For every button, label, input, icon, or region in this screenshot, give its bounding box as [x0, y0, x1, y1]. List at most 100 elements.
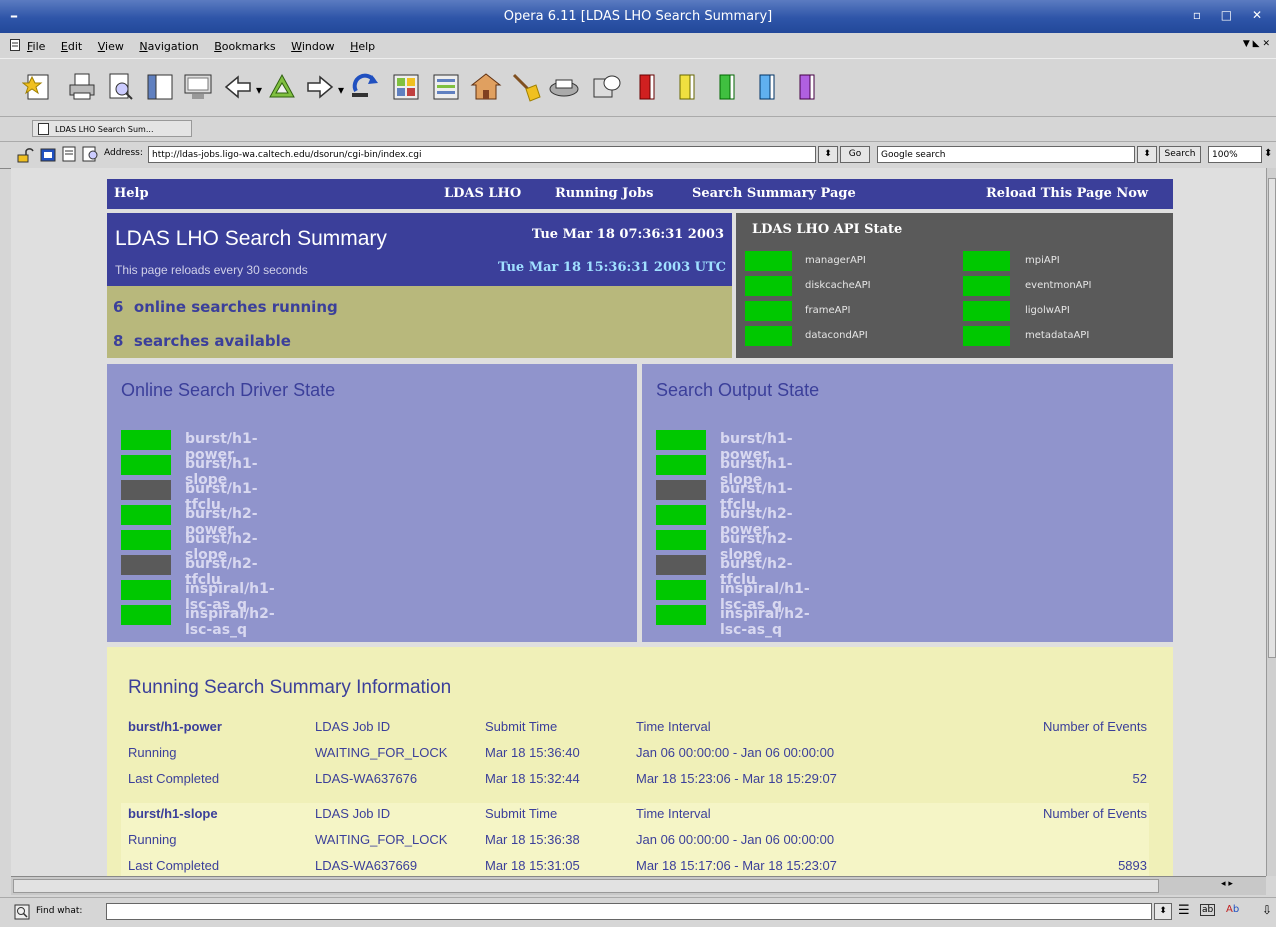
- header-number-events: Number of Events: [1042, 719, 1147, 734]
- spellcheck-icon[interactable]: Ab: [1226, 904, 1239, 915]
- page-icon: [38, 123, 49, 135]
- search-page-icon[interactable]: [82, 146, 100, 162]
- status-indicator: [656, 480, 706, 500]
- api-status-indicator: [963, 326, 1010, 346]
- horizontal-scrollbar[interactable]: ◂ ▸: [11, 876, 1266, 895]
- nav-help-link[interactable]: Help: [114, 186, 149, 201]
- forward-icon[interactable]: [304, 71, 336, 103]
- mdi-controls[interactable]: ▼ ◣ ✕: [1243, 39, 1270, 49]
- running-submit-time: Mar 18 15:36:38: [485, 832, 580, 847]
- tab-ldas-search-summary[interactable]: LDAS LHO Search Sum...: [32, 120, 192, 137]
- find-icon[interactable]: [14, 904, 30, 920]
- print-preview-icon[interactable]: [104, 71, 136, 103]
- vertical-scrollbar[interactable]: [1266, 168, 1276, 876]
- address-dropdown-button[interactable]: ⬍: [818, 146, 838, 163]
- chat-icon[interactable]: [590, 71, 622, 103]
- nav-running-jobs-link[interactable]: Running Jobs: [555, 186, 653, 201]
- scroll-arrows[interactable]: ◂ ▸: [1221, 879, 1233, 889]
- search-button[interactable]: Search: [1159, 146, 1201, 163]
- running-summary-panel: Running Search Summary Information burst…: [107, 647, 1173, 876]
- status-indicator: [656, 605, 706, 625]
- bookmark-purple-icon[interactable]: [792, 71, 824, 103]
- tile-icon[interactable]: [390, 71, 422, 103]
- bookmark-blue-icon[interactable]: [752, 71, 784, 103]
- search-name[interactable]: inspiral/h2-lsc-as_q: [720, 606, 810, 638]
- go-button[interactable]: Go: [840, 146, 870, 163]
- address-input[interactable]: [148, 146, 816, 163]
- available-count-line: 8 searches available: [113, 332, 291, 350]
- last-job-id: LDAS-WA637676: [315, 771, 418, 786]
- api-status-indicator: [963, 251, 1010, 271]
- menu-file[interactable]: File: [27, 40, 45, 53]
- running-search-block: [121, 803, 1149, 876]
- window-panel-icon[interactable]: [182, 71, 214, 103]
- page-menu-icon[interactable]: [10, 39, 20, 54]
- running-time-interval: Jan 06 00:00:00 - Jan 06 00:00:00: [636, 745, 835, 760]
- api-name: metadataAPI: [1025, 330, 1090, 341]
- find-input[interactable]: [106, 903, 1152, 920]
- mail-icon[interactable]: [548, 71, 580, 103]
- api-name: eventmonAPI: [1025, 280, 1092, 291]
- menu-window[interactable]: Window: [291, 40, 334, 53]
- nav-ldas-lho-link[interactable]: LDAS LHO: [444, 186, 521, 201]
- search-name-cell[interactable]: burst/h1-power: [128, 719, 222, 734]
- find-options-icon[interactable]: ☰: [1178, 903, 1190, 918]
- available-count: 8: [113, 332, 124, 350]
- status-indicator: [121, 455, 171, 475]
- search-name[interactable]: inspiral/h2-lsc-as_q: [185, 606, 275, 638]
- print-icon[interactable]: [66, 71, 98, 103]
- text-field-icon[interactable]: ab: [1200, 904, 1216, 916]
- search-name-cell[interactable]: burst/h1-slope: [128, 806, 218, 821]
- zoom-input[interactable]: [1208, 146, 1262, 163]
- menu-navigation[interactable]: Navigation: [139, 40, 198, 53]
- back-icon[interactable]: [222, 71, 254, 103]
- zoom-dropdown-icon[interactable]: ⬍: [1264, 148, 1272, 159]
- window-controls[interactable]: ▫ □ ✕: [1193, 8, 1270, 22]
- forward-history-icon[interactable]: ▾: [338, 83, 344, 97]
- cascade-icon[interactable]: [430, 71, 462, 103]
- window-title-bar[interactable]: – Opera 6.11 [LDAS LHO Search Summary] ▫…: [0, 0, 1276, 33]
- menu-help[interactable]: Help: [350, 40, 375, 53]
- status-indicator: [121, 530, 171, 550]
- menu-bookmarks[interactable]: Bookmarks: [214, 40, 275, 53]
- rewind-icon[interactable]: [266, 71, 298, 103]
- vertical-scroll-thumb[interactable]: [1268, 178, 1276, 658]
- menu-edit[interactable]: Edit: [61, 40, 82, 53]
- nav-search-summary-link[interactable]: Search Summary Page: [692, 186, 856, 201]
- utc-time: Tue Mar 18 15:36:31 2003 UTC: [498, 260, 726, 275]
- header-submit-time: Submit Time: [485, 806, 558, 821]
- search-engine-dropdown-button[interactable]: ⬍: [1137, 146, 1157, 163]
- last-events: 5893: [1118, 858, 1147, 873]
- api-status-indicator: [745, 276, 792, 296]
- api-status-indicator: [745, 301, 792, 321]
- new-page-icon[interactable]: [22, 71, 54, 103]
- download-icon[interactable]: ⇩: [1262, 903, 1272, 917]
- menu-view[interactable]: View: [98, 40, 124, 53]
- horizontal-scroll-thumb[interactable]: [13, 879, 1159, 893]
- bookmark-red-icon[interactable]: [632, 71, 664, 103]
- status-indicator: [121, 505, 171, 525]
- reload-icon[interactable]: [348, 71, 380, 103]
- search-engine-input[interactable]: [877, 146, 1135, 163]
- nav-reload-link[interactable]: Reload This Page Now: [986, 186, 1148, 201]
- back-history-icon[interactable]: ▾: [256, 83, 262, 97]
- running-job-id: WAITING_FOR_LOCK: [315, 832, 448, 847]
- bookmark-yellow-icon[interactable]: [672, 71, 704, 103]
- status-indicator: [656, 455, 706, 475]
- api-name: diskcacheAPI: [805, 280, 871, 291]
- search-counts: 6 online searches running 8 searches ava…: [107, 286, 732, 358]
- home-icon[interactable]: [470, 71, 502, 103]
- find-label: Find what:: [36, 906, 83, 916]
- security-lock-icon[interactable]: [16, 147, 34, 163]
- online-count: 6: [113, 298, 124, 316]
- api-name: frameAPI: [805, 305, 851, 316]
- status-indicator: [656, 505, 706, 525]
- document-info-icon[interactable]: [62, 146, 76, 162]
- panel-icon[interactable]: [40, 147, 56, 163]
- header-time-interval: Time Interval: [636, 719, 711, 734]
- find-dropdown-button[interactable]: ⬍: [1154, 903, 1172, 920]
- cleanup-broom-icon[interactable]: [510, 71, 542, 103]
- hotlist-icon[interactable]: [144, 71, 176, 103]
- api-name: managerAPI: [805, 255, 866, 266]
- bookmark-green-icon[interactable]: [712, 71, 744, 103]
